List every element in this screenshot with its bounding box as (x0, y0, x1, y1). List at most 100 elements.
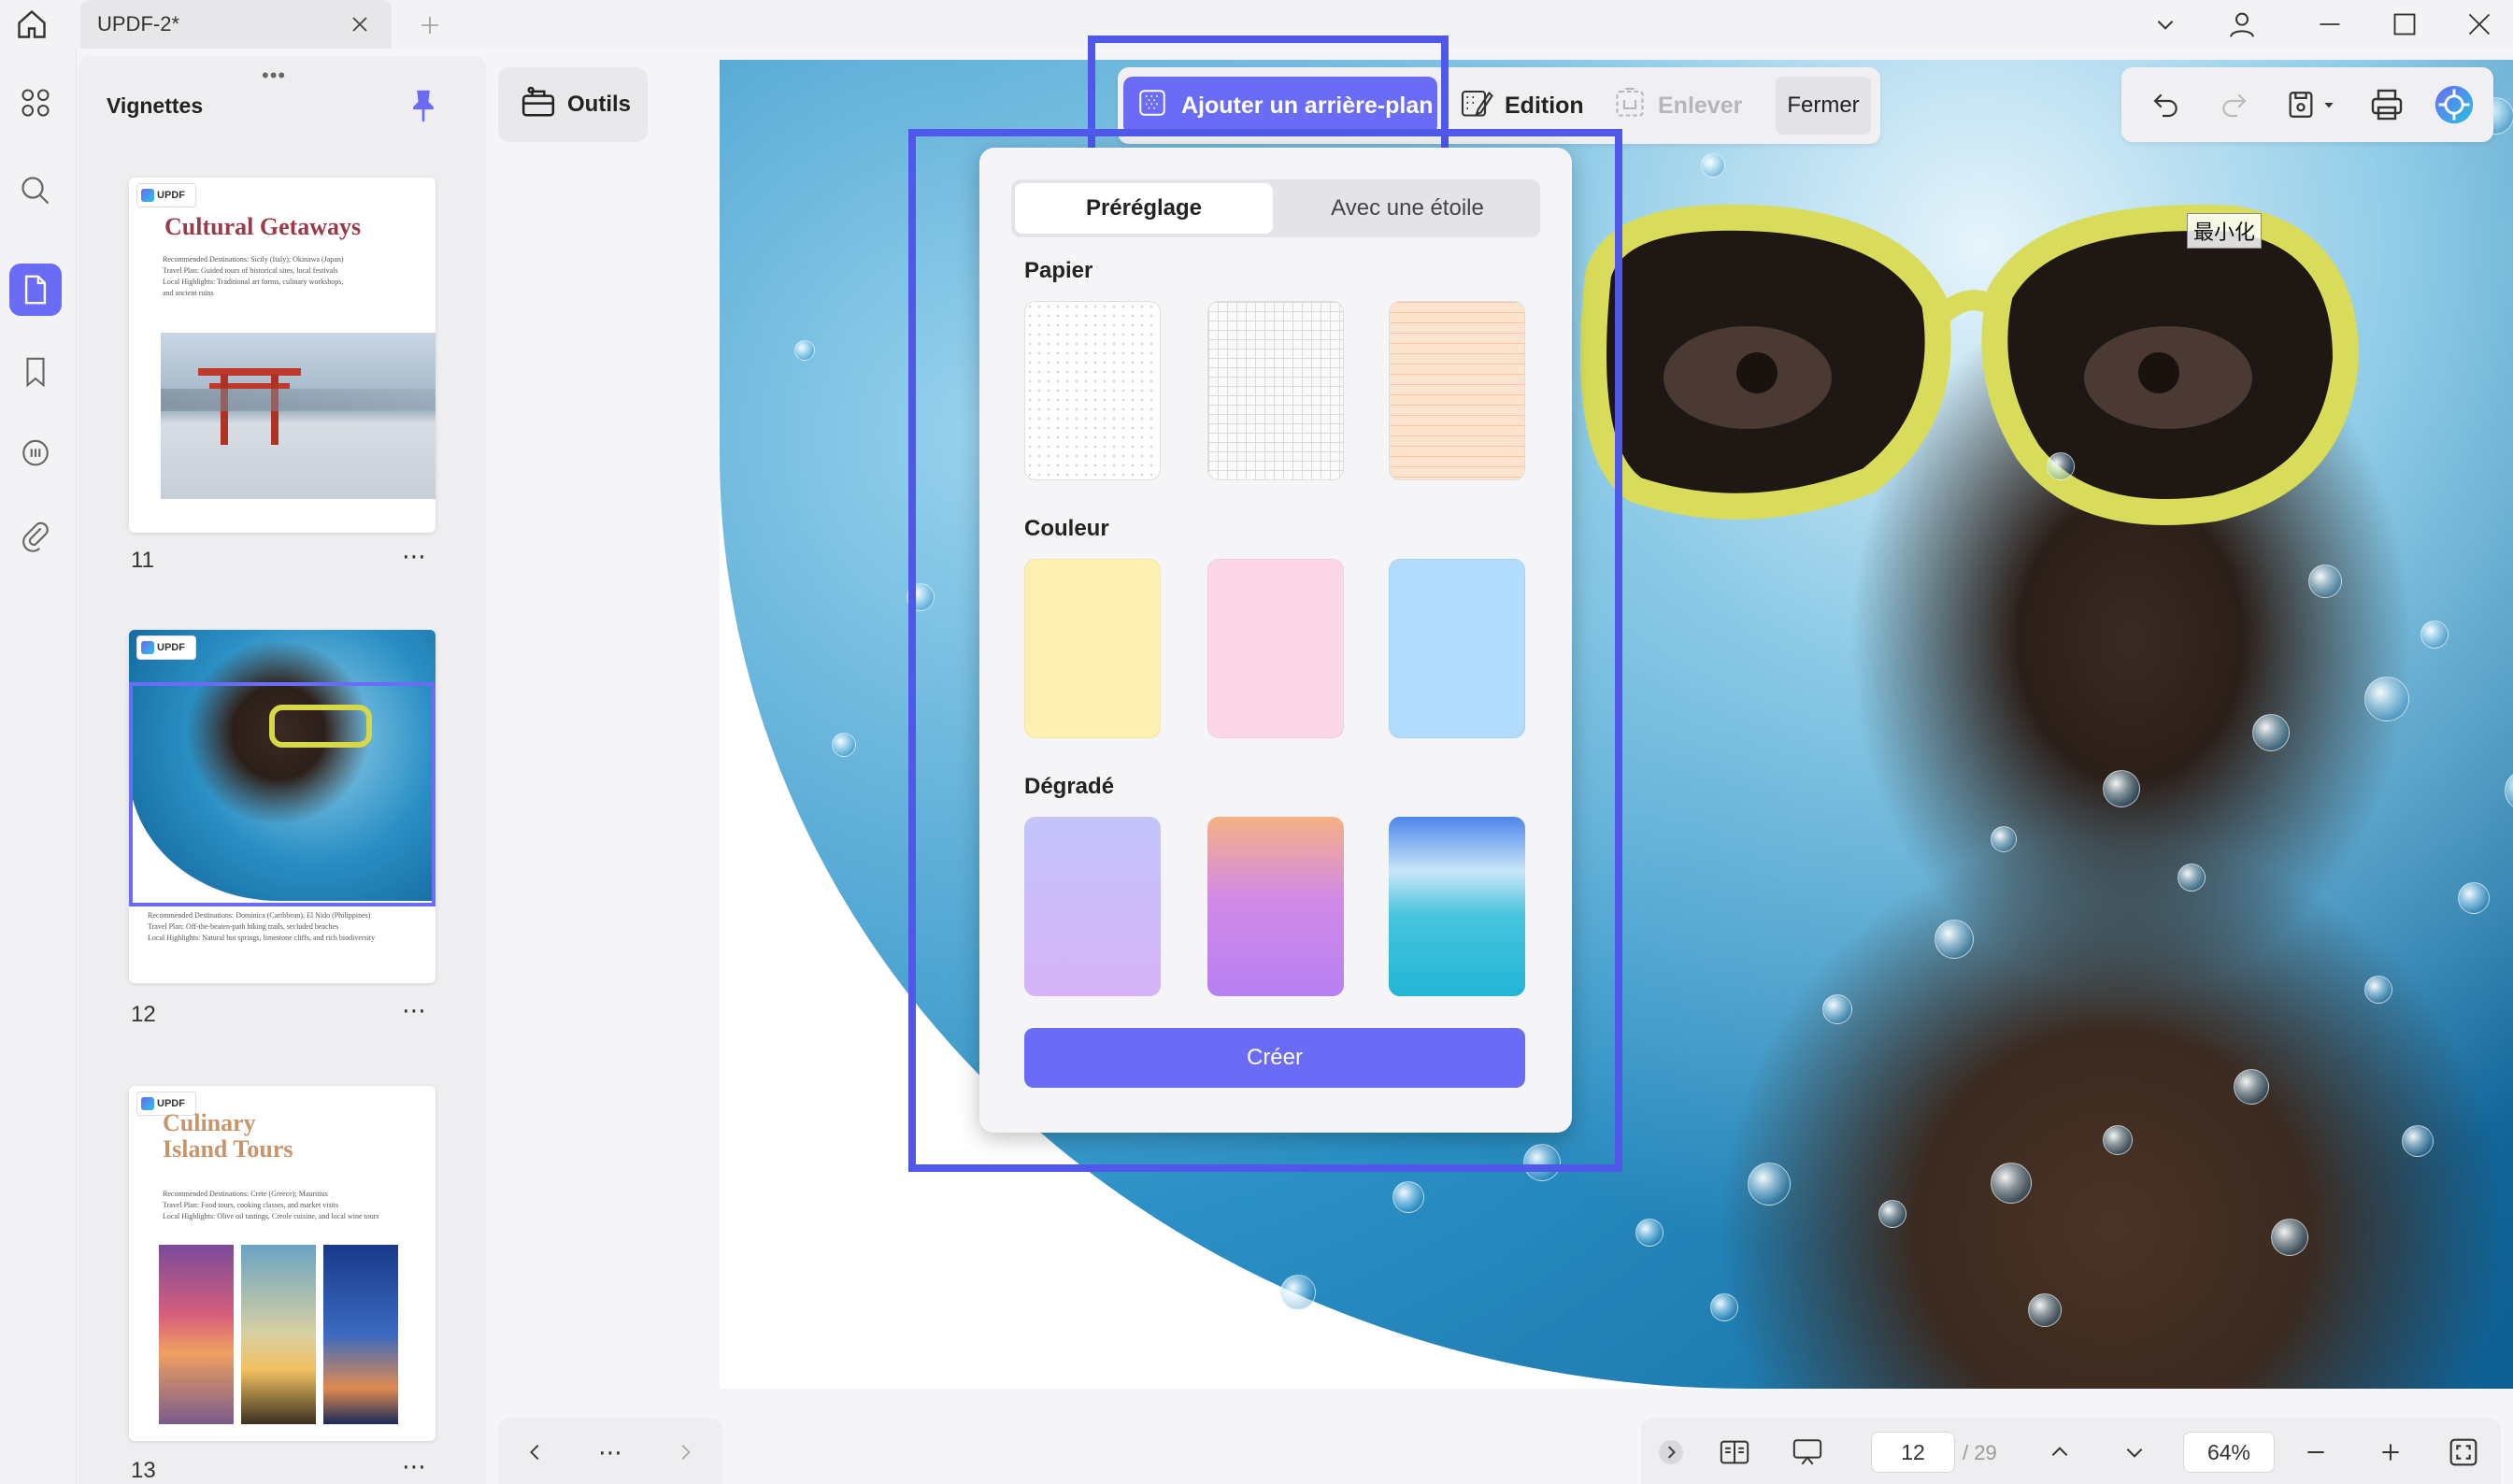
bubble (1392, 1181, 1424, 1213)
thumbnails-panel: ••• Vignettes UPDF Cultural Getaways Rec… (79, 56, 486, 1484)
page-number-label: 13 (131, 1458, 156, 1483)
panel-resize-grip[interactable]: ••• (262, 64, 286, 88)
thumbnail-heading: Cultural Getaways (164, 213, 362, 240)
thumbnails-page-icon[interactable] (9, 264, 62, 316)
edit-label: Edition (1505, 92, 1584, 119)
presentation-icon[interactable] (1781, 1432, 1834, 1473)
thumbnail-image-sunset (159, 1245, 234, 1424)
toolbox-icon (521, 84, 556, 126)
updf-logo: UPDF (136, 635, 196, 660)
close-button[interactable]: Fermer (1776, 77, 1871, 135)
page-layout-icon[interactable] (1708, 1432, 1761, 1473)
account-icon[interactable] (2217, 4, 2267, 45)
collapse-chevron-icon[interactable] (1656, 1432, 1686, 1473)
print-icon[interactable] (2361, 78, 2413, 131)
bubble (1635, 1219, 1663, 1247)
remove-background-button[interactable]: Enlever (1607, 77, 1785, 135)
minimize-tooltip: 最小化 (2187, 213, 2263, 249)
redo-icon[interactable] (2207, 78, 2260, 131)
page-number-input[interactable]: 12 (1871, 1432, 1955, 1473)
bubble (1935, 920, 1974, 959)
page-number-label: 12 (131, 1002, 156, 1027)
chevron-down-icon[interactable] (2140, 4, 2191, 45)
thumbnail-heading: Culinary Island Tours (163, 1109, 293, 1163)
page-thumbnail-13[interactable]: UPDF Culinary Island Tours Recommended D… (129, 1086, 435, 1441)
right-toolbar (2121, 67, 2493, 142)
pin-icon[interactable] (407, 88, 439, 128)
page-navigation-bar: ⋯ (498, 1419, 722, 1484)
page-thumbnail-11[interactable]: UPDF Cultural Getaways Recommended Desti… (129, 178, 435, 533)
bubble (2271, 1219, 2308, 1256)
close-window-icon[interactable] (2454, 4, 2505, 45)
previous-page-icon[interactable] (2039, 1432, 2080, 1473)
bubble (2028, 1293, 2062, 1327)
bubble (2458, 882, 2490, 914)
bubble (2308, 564, 2342, 598)
bubble (1991, 1163, 2032, 1204)
new-tab-icon[interactable] (409, 9, 450, 41)
page-more-options[interactable]: ⋯ (402, 1452, 427, 1481)
save-options-chevron-icon[interactable] (2316, 78, 2342, 131)
previous-arrow-icon[interactable] (509, 1432, 562, 1473)
page-total-label: / 29 (1963, 1441, 1997, 1464)
comment-icon[interactable] (9, 428, 62, 480)
bubble (2420, 621, 2449, 649)
tools-label: Outils (567, 92, 632, 117)
status-bar: 12 / 29 64% (1641, 1419, 2501, 1484)
bubble (1748, 1163, 1791, 1206)
more-options-button[interactable]: ⋯ (584, 1432, 636, 1473)
bubble (1878, 1200, 1906, 1228)
ai-assistant-icon[interactable] (2428, 78, 2480, 131)
thumbnail-image-island (323, 1245, 398, 1424)
thumbnail-image-palm (241, 1245, 316, 1424)
bubble (1280, 1275, 1316, 1310)
close-tab-icon[interactable] (347, 11, 373, 37)
highlight-box-panel (908, 129, 1622, 1172)
left-sidebar-rail (0, 49, 77, 1484)
search-icon[interactable] (9, 164, 62, 217)
bubble (2047, 452, 2075, 480)
bubble (2252, 714, 2290, 751)
bubble (2505, 770, 2513, 811)
bubble (2234, 1069, 2269, 1105)
bubble (1991, 826, 2017, 852)
bubble (2103, 1125, 2133, 1155)
page-more-options[interactable]: ⋯ (402, 542, 427, 571)
thumbnail-image-torii (161, 333, 435, 499)
thumbnails-title: Vignettes (107, 93, 204, 118)
bubble (832, 733, 856, 757)
bubble (1701, 153, 1725, 178)
zoom-level-input[interactable]: 64% (2183, 1432, 2275, 1473)
minimize-window-icon[interactable] (2305, 4, 2355, 45)
bubble (2402, 1125, 2434, 1157)
maximize-window-icon[interactable] (2379, 4, 2430, 45)
bubble (2364, 677, 2409, 721)
home-icon[interactable] (9, 4, 54, 45)
edit-background-icon (1460, 86, 1493, 126)
document-tab[interactable]: UPDF-2* (80, 0, 392, 49)
bubble (2177, 863, 2206, 892)
page-more-options[interactable]: ⋯ (402, 996, 427, 1025)
bubble (794, 340, 815, 361)
bubble (1822, 994, 1852, 1024)
undo-icon[interactable] (2140, 78, 2192, 131)
bubble (2103, 770, 2140, 807)
tab-title: UPDF-2* (97, 12, 180, 36)
next-page-icon[interactable] (2114, 1432, 2155, 1473)
remove-background-icon (1613, 86, 1647, 126)
page-thumbnail-12[interactable]: UPDF Recommended Destinations: Dominica … (129, 630, 435, 983)
updf-logo: UPDF (136, 183, 196, 207)
thumbnail-selection-box (129, 682, 435, 906)
zoom-out-icon[interactable] (2295, 1432, 2336, 1473)
bubble (2364, 976, 2392, 1004)
bubble (1710, 1293, 1738, 1321)
zoom-in-icon[interactable] (2370, 1432, 2411, 1473)
bookmark-icon[interactable] (9, 346, 62, 398)
attachment-icon[interactable] (9, 510, 62, 563)
page-number-label: 11 (131, 548, 154, 573)
next-arrow-icon[interactable] (659, 1432, 711, 1473)
apps-grid-icon[interactable] (9, 77, 62, 129)
tools-button[interactable]: Outils (498, 67, 648, 142)
edit-background-button[interactable]: Edition (1454, 77, 1632, 135)
fit-page-icon[interactable] (2441, 1432, 2486, 1473)
